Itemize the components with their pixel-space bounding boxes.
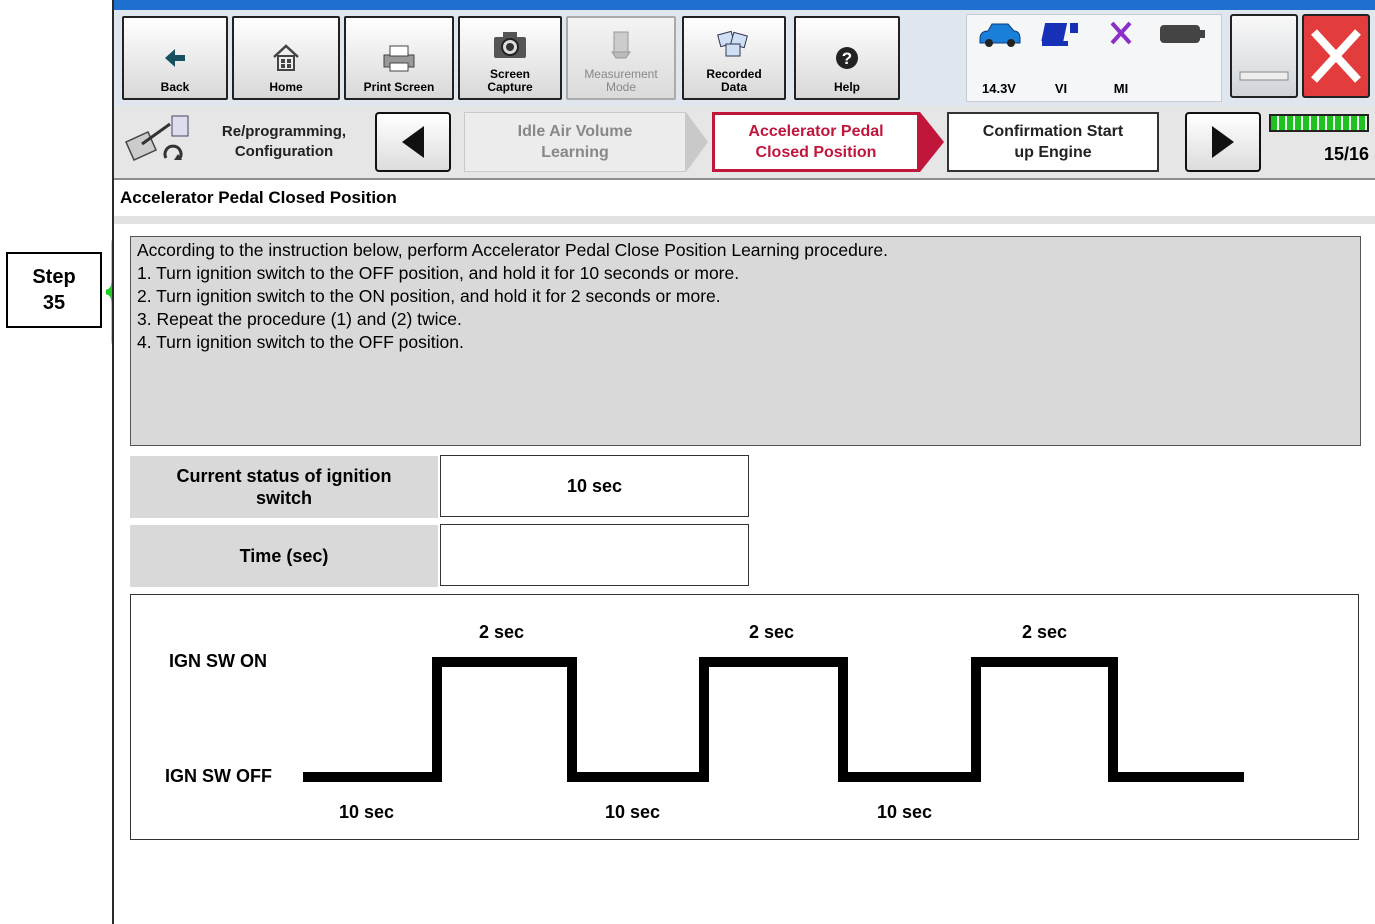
progress-indicator: 15/16 xyxy=(1269,114,1369,165)
battery-voltage-status: 14.3V xyxy=(969,19,1029,96)
screen-capture-label: Screen Capture xyxy=(487,67,533,94)
process-title: Re/programming, Configuration xyxy=(214,122,354,162)
measurement-mode-button: Measurement Mode xyxy=(566,16,676,100)
recorded-data-icon xyxy=(716,28,752,62)
ignition-status-label: Current status of ignition switch xyxy=(130,456,438,518)
time-value xyxy=(440,524,749,586)
vi-label: VI xyxy=(1054,81,1068,96)
step-annotation: Step 35 xyxy=(6,252,102,328)
current-step-arrow xyxy=(920,112,944,172)
off-duration-label: 10 sec xyxy=(605,802,660,822)
home-label: Home xyxy=(269,80,303,94)
on-duration-label: 2 sec xyxy=(749,622,794,642)
right-arrow-icon xyxy=(1212,126,1234,158)
minimize-icon xyxy=(1239,71,1289,81)
instruction-line: 4. Turn ignition switch to the OFF posit… xyxy=(137,332,464,352)
vi-status: VI xyxy=(1031,19,1091,96)
current-step-line1: Accelerator Pedal xyxy=(748,123,884,140)
measurement-mode-label: Measurement Mode xyxy=(584,67,658,94)
progress-bar xyxy=(1269,114,1369,132)
home-icon xyxy=(271,41,301,75)
measurement-icon xyxy=(608,28,634,62)
step-number: 35 xyxy=(42,292,66,314)
print-screen-label: Print Screen xyxy=(363,80,435,94)
mi-status: MI xyxy=(1091,19,1151,96)
process-title-line1: Re/programming, xyxy=(221,123,347,140)
battery-status xyxy=(1153,19,1213,52)
step-label: Step xyxy=(32,266,76,288)
progress-count: 15/16 xyxy=(1323,144,1369,164)
prev-step-line2: Learning xyxy=(541,144,609,161)
instruction-line: 3. Repeat the procedure (1) and (2) twic… xyxy=(137,309,462,329)
reprogramming-icon xyxy=(125,115,189,161)
process-title-line2: Configuration xyxy=(234,143,334,160)
previous-step-button[interactable] xyxy=(375,112,451,172)
mi-x-icon xyxy=(1110,21,1132,45)
current-step-tab: Accelerator Pedal Closed Position xyxy=(712,112,920,172)
car-icon xyxy=(979,23,1021,47)
close-icon xyxy=(1311,29,1361,83)
previous-step-tab: Idle Air Volume Learning xyxy=(464,112,686,172)
current-step-line2: Closed Position xyxy=(755,144,877,161)
print-screen-button[interactable]: Print Screen xyxy=(344,16,454,100)
minimize-button[interactable] xyxy=(1230,14,1298,98)
back-label: Back xyxy=(160,80,190,94)
ignition-status-value: 10 sec xyxy=(440,455,749,517)
printer-icon xyxy=(380,41,418,75)
help-label: Help xyxy=(833,80,860,94)
screen-capture-button[interactable]: Screen Capture xyxy=(458,16,562,100)
instructions-box: According to the instruction below, perf… xyxy=(130,236,1361,446)
page-title: Accelerator Pedal Closed Position xyxy=(120,188,397,207)
help-icon: ? xyxy=(834,41,860,75)
recorded-data-label[interactable]: Recorded Data xyxy=(706,68,761,94)
off-duration-label: 10 sec xyxy=(339,802,394,822)
instruction-line: According to the instruction below, perf… xyxy=(137,240,888,260)
next-step-button[interactable] xyxy=(1185,112,1261,172)
svg-text:?: ? xyxy=(842,49,852,68)
toolbar: Back Home Print Screen Screen Capture Me… xyxy=(114,10,1375,107)
camera-icon xyxy=(492,28,528,62)
prev-step-line1: Idle Air Volume xyxy=(517,123,633,140)
prev-step-arrow xyxy=(686,112,708,172)
off-duration-label: 10 sec xyxy=(877,802,932,822)
on-duration-label: 2 sec xyxy=(479,622,524,642)
ignition-waveform xyxy=(303,657,1244,782)
mi-label: MI xyxy=(1113,81,1129,96)
consult-window: Back Home Print Screen Screen Capture Me… xyxy=(112,0,1375,924)
back-button[interactable]: Back xyxy=(122,16,228,100)
battery-icon xyxy=(1160,25,1205,43)
instruction-line: 2. Turn ignition switch to the ON positi… xyxy=(137,286,721,306)
home-button[interactable]: Home xyxy=(232,16,340,100)
recorded-data-button[interactable]: Recorded Data xyxy=(682,16,786,100)
voltage-label: 14.3V xyxy=(982,81,1016,96)
on-duration-label: 2 sec xyxy=(1022,622,1067,642)
next-step-line1: Confirmation Start xyxy=(982,123,1124,140)
back-arrow-icon xyxy=(163,41,187,75)
next-step-line2: up Engine xyxy=(1014,144,1092,161)
help-button[interactable]: ? Help xyxy=(794,16,900,100)
left-arrow-icon xyxy=(402,126,424,158)
next-step-tab: Confirmation Start up Engine xyxy=(947,112,1159,172)
step-navigation-bar: Re/programming, Configuration Idle Air V… xyxy=(114,106,1375,180)
title-bar xyxy=(114,0,1375,10)
ignition-timing-diagram: IGN SW ON IGN SW OFF 2 sec 2 sec 2 sec 1… xyxy=(130,594,1359,840)
time-label: Time (sec) xyxy=(130,525,438,587)
close-button[interactable] xyxy=(1302,14,1370,98)
section-header: Accelerator Pedal Closed Position xyxy=(114,180,1375,224)
ign-off-label: IGN SW OFF xyxy=(165,766,272,786)
instruction-line: 1. Turn ignition switch to the OFF posit… xyxy=(137,263,740,283)
status-panel: 14.3V VI MI xyxy=(966,14,1222,102)
ign-on-label: IGN SW ON xyxy=(169,651,267,671)
vi-icon xyxy=(1041,23,1078,46)
